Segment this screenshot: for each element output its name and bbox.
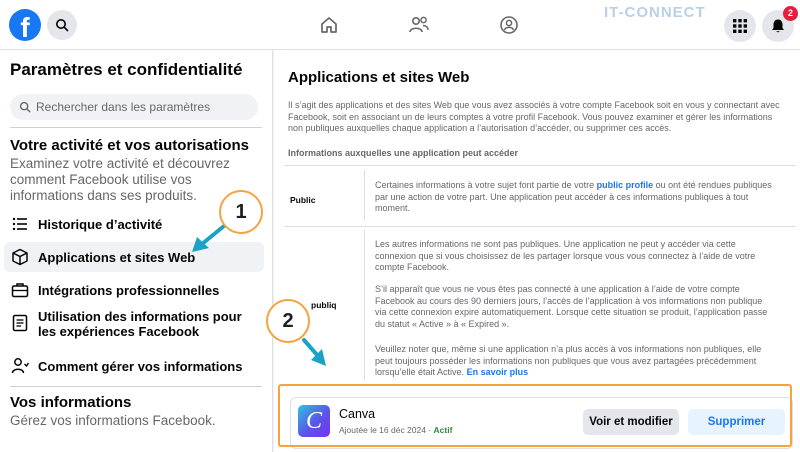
nonpublic-paragraph-1: Les autres informations ne sont pas publ…	[375, 239, 756, 272]
public-row-text: Certaines informations à votre sujet fon…	[375, 180, 773, 215]
app-name: Canva	[339, 407, 376, 421]
main-content: Applications et sites Web Il s’agit des …	[274, 50, 800, 452]
sidebar-item-label: Historique d’activité	[38, 216, 163, 232]
bell-icon	[772, 19, 784, 33]
document-icon	[10, 313, 30, 333]
search-icon	[56, 19, 69, 32]
section-title-activity: Votre activité et vos autorisations	[10, 137, 249, 154]
sidebar-item-business-integrations[interactable]: Intégrations professionnelles	[4, 276, 264, 304]
row-divider	[364, 170, 365, 220]
app-card-canva[interactable]: C Canva Ajoutée le 16 déc 2024 · Actif V…	[290, 397, 793, 449]
apps-grid-icon	[733, 19, 747, 33]
search-button[interactable]	[47, 10, 77, 40]
callout-2: 2	[266, 299, 310, 343]
sidebar-title: Paramètres et confidentialité	[10, 60, 243, 79]
callout-1: 1	[219, 190, 263, 234]
sidebar-item-manage-info[interactable]: Comment gérer vos informations	[4, 352, 264, 380]
groups-icon	[500, 16, 518, 34]
app-status-badge: Actif	[433, 425, 453, 435]
friends-icon	[409, 16, 429, 33]
groups-tab[interactable]	[498, 14, 520, 36]
home-icon	[321, 17, 337, 33]
canva-logo: C	[298, 405, 330, 437]
page-title: Applications et sites Web	[288, 69, 470, 86]
content-divider	[284, 226, 796, 227]
settings-search-input[interactable]	[36, 100, 246, 114]
sidebar-divider	[10, 127, 262, 128]
notification-count-badge: 2	[783, 6, 798, 21]
briefcase-icon	[10, 280, 30, 300]
cube-icon	[10, 247, 30, 267]
settings-search[interactable]	[10, 94, 258, 120]
sidebar-item-label: Comment gérer vos informations	[38, 358, 243, 374]
delete-button[interactable]: Supprimer	[688, 409, 785, 435]
content-divider	[284, 165, 796, 166]
section-title-your-info: Vos informations	[10, 394, 132, 411]
activity-list-icon	[10, 214, 30, 234]
nonpublic-paragraph-3: Veuillez noter que, même si une applicat…	[375, 344, 773, 379]
home-tab[interactable]	[318, 14, 340, 36]
public-row-label: Public	[290, 195, 316, 205]
public-row-text-start: Certaines informations à votre sujet fon…	[375, 180, 597, 190]
app-added-date: Ajoutée le 16 déc 2024 ·	[339, 425, 434, 435]
app-meta: Ajoutée le 16 déc 2024 · Actif	[339, 425, 452, 435]
sidebar-item-label: Applications et sites Web	[38, 249, 196, 265]
view-edit-button[interactable]: Voir et modifier	[583, 409, 679, 435]
person-info-icon	[10, 356, 30, 376]
sidebar-item-label: Utilisation des informations pour les ex…	[38, 309, 242, 339]
menu-button[interactable]	[724, 10, 756, 42]
sidebar-item-apps-websites[interactable]: Applications et sites Web	[4, 242, 264, 272]
section-description-your-info: Gérez vos informations Facebook.	[10, 413, 216, 428]
nonpublic-row-label: publiq	[311, 300, 337, 310]
intro-text: Il s’agit des applications et des sites …	[288, 100, 780, 133]
learn-more-link[interactable]: En savoir plus	[467, 367, 529, 377]
nonpublic-paragraph-3-text: Veuillez noter que, même si une applicat…	[375, 344, 762, 377]
settings-sidebar: Paramètres et confidentialité Votre acti…	[0, 50, 273, 452]
notifications-button[interactable]: 2	[762, 6, 798, 42]
sidebar-divider	[10, 386, 262, 387]
facebook-logo[interactable]: f	[9, 9, 41, 41]
top-navigation-bar: f IT-CONNECT 2	[0, 0, 800, 50]
friends-tab[interactable]	[408, 14, 430, 36]
nonpublic-paragraph-2: S’il apparaît que vous ne vous êtes pas …	[375, 284, 768, 329]
row-divider	[364, 230, 365, 380]
watermark-logo: IT-CONNECT	[604, 4, 706, 21]
search-icon	[19, 101, 31, 113]
sidebar-item-label: Intégrations professionnelles	[38, 282, 220, 298]
sidebar-item-info-usage[interactable]: Utilisation des informations pour les ex…	[4, 309, 264, 345]
public-profile-link[interactable]: public profile	[597, 180, 654, 190]
info-heading: Informations auxquelles une application …	[288, 148, 519, 158]
